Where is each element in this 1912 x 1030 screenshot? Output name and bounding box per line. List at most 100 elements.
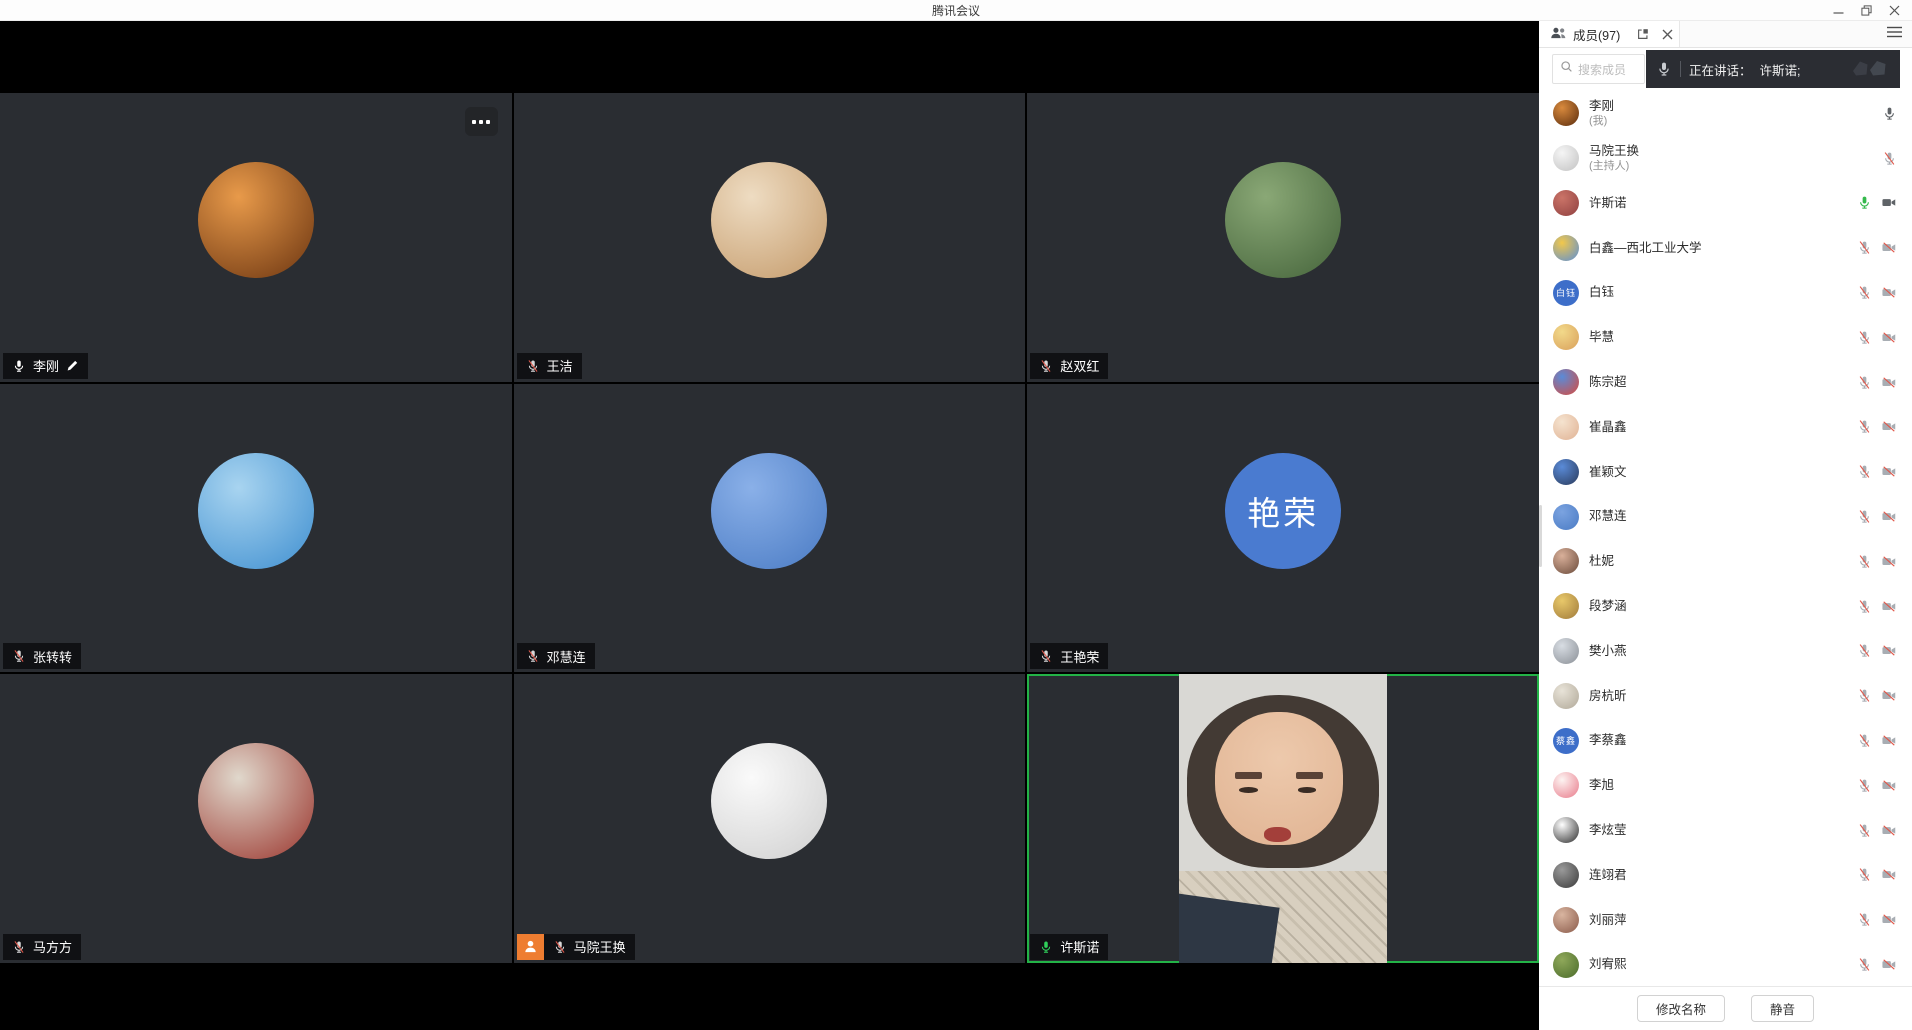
member-row-10[interactable]: 邓慧连 [1539, 494, 1912, 539]
tile-name-label: 张转转 [3, 643, 81, 669]
camera-muted-icon[interactable] [1881, 778, 1897, 793]
mic-muted-icon[interactable] [1882, 151, 1897, 166]
camera-muted-icon[interactable] [1881, 240, 1897, 255]
avatar: 白钰 [1553, 280, 1579, 306]
avatar [1553, 100, 1579, 126]
tile-name-label: 李刚 [3, 353, 88, 379]
video-tile-6[interactable]: 艳荣 王艳荣 [1027, 384, 1539, 673]
mic-speaking-icon[interactable] [1857, 195, 1872, 210]
camera-muted-icon[interactable] [1881, 643, 1897, 658]
mic-muted-icon[interactable] [1857, 285, 1872, 300]
mic-muted-icon[interactable] [1857, 643, 1872, 658]
tile-more-icon[interactable] [465, 107, 498, 136]
member-row-2[interactable]: 马院王换(主持人) [1539, 136, 1912, 181]
camera-muted-icon[interactable] [1881, 285, 1897, 300]
video-tile-3[interactable]: 赵双红 [1027, 93, 1539, 382]
mic-muted-icon[interactable] [1857, 957, 1872, 972]
member-row-1[interactable]: 李刚(我) [1539, 91, 1912, 136]
mic-muted-icon[interactable] [1857, 554, 1872, 569]
search-input[interactable]: 搜索成员 [1552, 54, 1645, 84]
member-row-13[interactable]: 樊小燕 [1539, 629, 1912, 674]
member-row-6[interactable]: 毕慧 [1539, 315, 1912, 360]
mic-muted-icon[interactable] [1857, 867, 1872, 882]
mic-muted-icon[interactable] [1857, 599, 1872, 614]
member-row-7[interactable]: 陈宗超 [1539, 360, 1912, 405]
video-tile-7[interactable]: 马方方 [0, 674, 512, 963]
avatar [1553, 190, 1579, 216]
member-row-16[interactable]: 李旭 [1539, 763, 1912, 808]
camera-muted-icon[interactable] [1881, 823, 1897, 838]
member-row-12[interactable]: 段梦涵 [1539, 584, 1912, 629]
member-name: 白鑫—西北工业大学 [1589, 240, 1702, 256]
avatar [1553, 862, 1579, 888]
member-row-19[interactable]: 刘丽萍 [1539, 897, 1912, 942]
video-tile-8[interactable]: 马院王换 [514, 674, 1026, 963]
participant-name: 邓慧连 [547, 647, 586, 666]
mic-muted-icon[interactable] [1857, 688, 1872, 703]
mic-muted-icon[interactable] [1857, 464, 1872, 479]
edit-name-icon[interactable] [66, 359, 79, 372]
close-icon[interactable] [1880, 0, 1908, 21]
member-row-3[interactable]: 许斯诺 [1539, 181, 1912, 226]
panel-resize-handle[interactable] [1539, 505, 1542, 567]
participant-name: 马院王换 [574, 937, 626, 956]
camera-muted-icon[interactable] [1881, 957, 1897, 972]
video-tile-4[interactable]: 张转转 [0, 384, 512, 673]
mic-muted-icon[interactable] [1857, 733, 1872, 748]
panel-close-icon[interactable] [1655, 21, 1679, 47]
member-row-9[interactable]: 崔颖文 [1539, 449, 1912, 494]
avatar [711, 162, 827, 278]
menu-icon[interactable] [1887, 25, 1902, 43]
mute-button[interactable]: 静音 [1751, 995, 1814, 1022]
member-row-20[interactable]: 刘宥熙 [1539, 942, 1912, 986]
mic-muted-icon[interactable] [1857, 330, 1872, 345]
mic-muted-icon[interactable] [1857, 823, 1872, 838]
popout-icon[interactable] [1631, 21, 1655, 47]
mic-muted-icon[interactable] [1857, 778, 1872, 793]
mic-muted-icon[interactable] [1857, 509, 1872, 524]
member-row-5[interactable]: 白钰白钰 [1539, 270, 1912, 315]
video-tile-5[interactable]: 邓慧连 [514, 384, 1026, 673]
mic-muted-icon[interactable] [1857, 419, 1872, 434]
camera-muted-icon[interactable] [1881, 867, 1897, 882]
mic-muted-icon [526, 359, 540, 373]
mic-muted-icon[interactable] [1857, 375, 1872, 390]
camera-muted-icon[interactable] [1881, 688, 1897, 703]
video-stage: 李刚 王洁 赵双红 张转转 邓慧连 艳荣 王艳荣 马方方 [0, 21, 1539, 1030]
video-tile-1[interactable]: 李刚 [0, 93, 512, 382]
member-row-8[interactable]: 崔晶鑫 [1539, 405, 1912, 450]
mic-icon[interactable] [1882, 106, 1897, 121]
member-name: 毕慧 [1589, 329, 1614, 345]
tab-members[interactable]: 成员(97) [1539, 21, 1631, 47]
mic-muted-icon[interactable] [1857, 912, 1872, 927]
camera-muted-icon[interactable] [1881, 509, 1897, 524]
camera-muted-icon[interactable] [1881, 419, 1897, 434]
panel-header: 成员(97) [1539, 21, 1912, 48]
rename-button[interactable]: 修改名称 [1637, 995, 1725, 1022]
camera-muted-icon[interactable] [1881, 733, 1897, 748]
camera-muted-icon[interactable] [1881, 554, 1897, 569]
mic-muted-icon[interactable] [1857, 240, 1872, 255]
tile-name-label: 王艳荣 [1030, 643, 1108, 669]
member-row-4[interactable]: 白鑫—西北工业大学 [1539, 225, 1912, 270]
host-badge-icon [517, 934, 544, 960]
camera-muted-icon[interactable] [1881, 330, 1897, 345]
video-tile-2[interactable]: 王洁 [514, 93, 1026, 382]
camera-icon[interactable] [1881, 195, 1897, 210]
title-bar: 腾讯会议 [0, 0, 1912, 21]
camera-muted-icon[interactable] [1881, 912, 1897, 927]
tile-name-label: 马院王换 [517, 934, 635, 960]
member-row-15[interactable]: 蔡鑫李蔡鑫 [1539, 718, 1912, 763]
minimize-icon[interactable] [1824, 0, 1852, 21]
restore-icon[interactable] [1852, 0, 1880, 21]
camera-muted-icon[interactable] [1881, 464, 1897, 479]
member-row-18[interactable]: 连翊君 [1539, 853, 1912, 898]
participant-name: 许斯诺 [1060, 937, 1099, 956]
member-row-14[interactable]: 房杭昕 [1539, 673, 1912, 718]
camera-muted-icon[interactable] [1881, 375, 1897, 390]
camera-muted-icon[interactable] [1881, 599, 1897, 614]
video-tile-9[interactable]: 许斯诺 [1027, 674, 1539, 963]
member-row-17[interactable]: 李炫莹 [1539, 808, 1912, 853]
member-name: 连翊君 [1589, 867, 1627, 883]
member-row-11[interactable]: 杜妮 [1539, 539, 1912, 584]
